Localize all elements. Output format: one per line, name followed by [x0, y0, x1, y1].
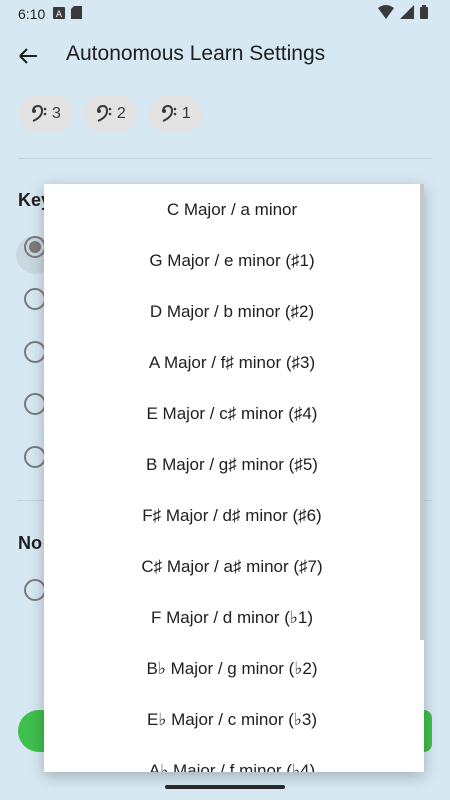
key-signature-menu: C Major / a minor G Major / e minor (♯1)…	[44, 184, 424, 772]
notification-a-icon: A	[53, 6, 66, 22]
arrow-left-icon	[17, 47, 39, 72]
chip-bass-clef-3[interactable]: 3	[18, 96, 73, 132]
radio-option-1[interactable]	[24, 236, 46, 258]
menu-item-f-sharp-major[interactable]: F♯ Major / d♯ minor (♯6)	[44, 490, 420, 541]
app-bar: Autonomous Learn Settings	[0, 32, 450, 80]
menu-item-g-major[interactable]: G Major / e minor (♯1)	[44, 235, 420, 286]
menu-item-c-major[interactable]: C Major / a minor	[44, 184, 420, 235]
menu-item-e-flat-major[interactable]: E♭ Major / c minor (♭3)	[44, 694, 420, 745]
divider	[18, 158, 432, 159]
chip-value: 3	[52, 105, 61, 122]
chip-bass-clef-2[interactable]: 2	[82, 96, 138, 132]
clef-chip-row: 3 2 1	[18, 96, 203, 132]
menu-item-a-flat-major[interactable]: A♭ Major / f minor (♭4)	[44, 745, 420, 773]
radio-option-notes-1[interactable]	[24, 579, 46, 601]
menu-item-f-major[interactable]: F Major / d minor (♭1)	[44, 592, 420, 643]
battery-icon	[420, 5, 428, 22]
menu-item-a-major[interactable]: A Major / f♯ minor (♯3)	[44, 337, 420, 388]
radio-option-4[interactable]	[24, 393, 46, 415]
status-right	[378, 5, 428, 22]
status-time: 6:10	[18, 6, 46, 22]
sd-card-icon	[71, 6, 83, 22]
menu-item-c-sharp-major[interactable]: C♯ Major / a♯ minor (♯7)	[44, 541, 420, 592]
radio-option-3[interactable]	[24, 341, 46, 363]
back-button[interactable]	[14, 42, 42, 70]
wifi-icon	[378, 5, 394, 22]
menu-item-d-major[interactable]: D Major / b minor (♯2)	[44, 286, 420, 337]
chip-bass-clef-1[interactable]: 1	[147, 96, 203, 132]
cellular-signal-icon	[400, 5, 414, 22]
svg-text:A: A	[56, 10, 63, 19]
section-heading-notes: No	[18, 533, 42, 553]
chip-value: 2	[116, 105, 126, 122]
menu-item-b-major[interactable]: B Major / g♯ minor (♯5)	[44, 439, 420, 490]
chip-value: 1	[181, 105, 191, 122]
bass-clef-icon	[160, 104, 178, 124]
menu-item-e-major[interactable]: E Major / c♯ minor (♯4)	[44, 388, 420, 439]
page-title: Autonomous Learn Settings	[66, 42, 326, 65]
bass-clef-icon	[30, 104, 48, 124]
start-button-right-edge[interactable]	[424, 710, 432, 752]
status-bar: 6:10 A	[0, 0, 450, 28]
gesture-nav-handle[interactable]	[165, 785, 285, 789]
bass-clef-icon	[95, 104, 113, 124]
radio-option-5[interactable]	[24, 446, 46, 468]
menu-scrollbar[interactable]	[420, 184, 424, 640]
menu-item-b-flat-major[interactable]: B♭ Major / g minor (♭2)	[44, 643, 420, 694]
radio-option-2[interactable]	[24, 288, 46, 310]
